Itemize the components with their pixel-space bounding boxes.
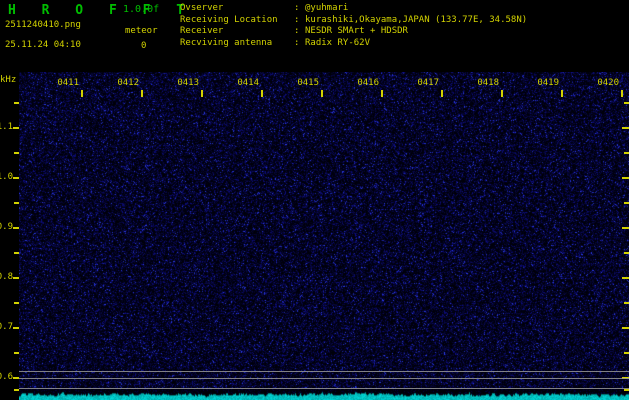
y-axis-minor-tick (14, 102, 19, 104)
y-axis-major-tick (13, 177, 19, 179)
x-axis-time-label: 0418 (471, 78, 499, 88)
y-axis-label: 0.8 (0, 272, 13, 282)
y-axis-major-tick (13, 127, 19, 129)
y-axis-minor-tick (14, 202, 19, 204)
x-axis-time-label: 0417 (411, 78, 439, 88)
x-axis-time-label: 0415 (291, 78, 319, 88)
y-axis-minor-tick (14, 152, 19, 154)
x-axis-time-label: 0411 (51, 78, 79, 88)
y-axis-minor-tick (14, 389, 19, 391)
reference-line (19, 378, 629, 379)
y-axis-major-tick (13, 227, 19, 229)
y-axis-major-tick (13, 277, 19, 279)
y-axis-right-major-tick (622, 277, 629, 279)
x-axis-minute-tick (621, 90, 623, 97)
x-axis-minute-tick (261, 90, 263, 97)
y-axis-right-minor-tick (624, 202, 629, 204)
y-axis-minor-tick (14, 252, 19, 254)
y-axis-label: 1.1 (0, 122, 13, 132)
x-axis-time-label: 0420 (591, 78, 619, 88)
reference-line (19, 371, 629, 372)
x-axis-minute-tick (441, 90, 443, 97)
y-axis-right-minor-tick (624, 352, 629, 354)
y-axis-right-major-tick (622, 227, 629, 229)
y-axis-label: 0.9 (0, 222, 13, 232)
y-axis-right-minor-tick (624, 302, 629, 304)
x-axis-minute-tick (141, 90, 143, 97)
y-axis-right-minor-tick (624, 152, 629, 154)
y-axis-unit-label: kHz (0, 75, 16, 85)
x-axis-time-label: 0412 (111, 78, 139, 88)
spectrogram-plot: kHz 1.1 1.0 0.9 0.8 0.7 0.6 0411 0412 0413 0414 04… (0, 0, 629, 400)
y-axis-right-minor-tick (624, 102, 629, 104)
y-axis-minor-tick (14, 352, 19, 354)
y-axis-right-major-tick (622, 127, 629, 129)
y-axis-right-major-tick (622, 327, 629, 329)
spectrogram-noise-canvas (19, 72, 629, 400)
x-axis-minute-tick (81, 90, 83, 97)
y-axis-right-major-tick (622, 177, 629, 179)
hrofft-screen: { "header": { "title": "H R O F F T", "v… (0, 0, 629, 400)
x-axis-minute-tick (381, 90, 383, 97)
x-axis-minute-tick (501, 90, 503, 97)
y-axis-label: 0.6 (0, 372, 13, 382)
reference-line (19, 388, 629, 389)
y-axis-major-tick (13, 327, 19, 329)
x-axis-minute-tick (321, 90, 323, 97)
x-axis-minute-tick (201, 90, 203, 97)
x-axis-minute-tick (561, 90, 563, 97)
y-axis-right-minor-tick (624, 389, 629, 391)
y-axis-label: 1.0 (0, 172, 13, 182)
x-axis-time-label: 0413 (171, 78, 199, 88)
x-axis-time-label: 0416 (351, 78, 379, 88)
x-axis-time-label: 0419 (531, 78, 559, 88)
x-axis-time-label: 0414 (231, 78, 259, 88)
y-axis-right-minor-tick (624, 252, 629, 254)
y-axis-minor-tick (14, 302, 19, 304)
y-axis-label: 0.7 (0, 322, 13, 332)
